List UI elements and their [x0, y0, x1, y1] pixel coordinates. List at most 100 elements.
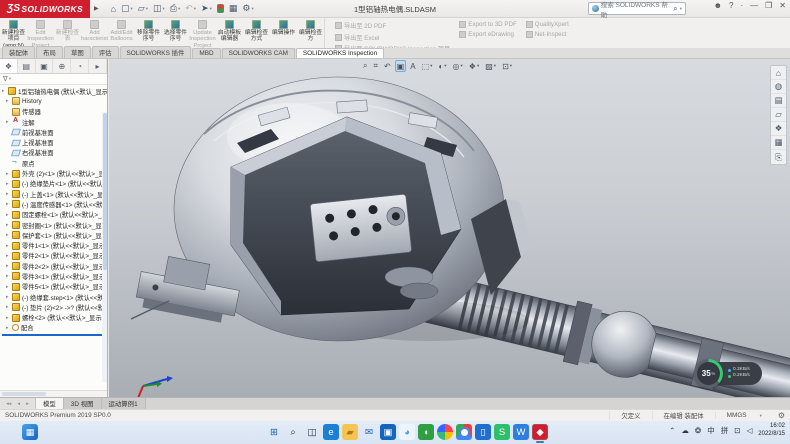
- expand-arrow-icon[interactable]: ▸: [6, 201, 10, 207]
- quick-access-button[interactable]: ⎙ ▾: [170, 3, 180, 14]
- window-control-button[interactable]: ?: [729, 1, 733, 10]
- tree-root-item[interactable]: ▸ 1型铝轴热电偶 (默认<默认_显示状态-1: [0, 86, 107, 96]
- tree-item[interactable]: ▸ (-) 绝缘套.step<1> (默认<<默认: [0, 292, 107, 302]
- panel-tab[interactable]: ▣: [36, 59, 54, 73]
- scrollbar-thumb[interactable]: [2, 392, 46, 396]
- ribbon-tab[interactable]: 装配体: [2, 46, 35, 58]
- expand-arrow-icon[interactable]: ▸: [6, 315, 10, 321]
- window-control-button[interactable]: ☻: [714, 1, 722, 10]
- taskbar-app-icon[interactable]: [456, 424, 472, 440]
- expand-arrow-icon[interactable]: ▸: [6, 171, 10, 177]
- quick-access-button[interactable]: ▱ ▾: [138, 3, 148, 14]
- ribbon-tab[interactable]: MBD: [192, 48, 220, 58]
- expand-arrow-icon[interactable]: ▸: [6, 98, 10, 104]
- taskbar-app-icon[interactable]: ◖: [418, 424, 434, 440]
- expand-arrow-icon[interactable]: ▸: [6, 253, 10, 259]
- ribbon-button[interactable]: Edit Inspection Project: [27, 18, 54, 48]
- taskbar-app-icon[interactable]: W: [513, 424, 529, 440]
- quick-access-button[interactable]: ▢ ▾: [121, 3, 133, 14]
- taskbar-app-icon[interactable]: ⊞: [266, 424, 282, 440]
- scroll-right-icon[interactable]: ▸: [26, 401, 29, 407]
- panel-tab[interactable]: ⊕: [53, 59, 71, 73]
- ribbon-button[interactable]: 选择零件序号: [162, 18, 189, 48]
- expand-arrow-icon[interactable]: ▸: [6, 191, 10, 197]
- ribbon-tab[interactable]: SOLIDWORKS Inspection: [296, 48, 384, 58]
- expand-arrow-icon[interactable]: ▸: [6, 119, 10, 125]
- view-tool-button[interactable]: ⬚ ▾: [420, 60, 435, 72]
- view-tool-button[interactable]: ⊡ ▾: [500, 60, 514, 72]
- speed-monitor-widget[interactable]: 0.3KB/s 0.2KB/s 35%: [694, 359, 762, 388]
- task-pane-tab[interactable]: ◍: [771, 80, 786, 94]
- ribbon-button[interactable]: Add Characteristic: [81, 18, 108, 48]
- expand-arrow-icon[interactable]: ▸: [6, 232, 10, 238]
- tree-item[interactable]: ▸ 原点: [0, 158, 107, 168]
- taskbar-app-icon[interactable]: ◕: [399, 424, 415, 440]
- ribbon-button[interactable]: 新建检查项目 (amp;N): [0, 18, 27, 48]
- view-tool-button[interactable]: ⌗ ▾: [371, 60, 380, 72]
- expand-arrow-icon[interactable]: ▸: [6, 263, 10, 269]
- tab-scroll-arrows[interactable]: ◂◂◂▸: [0, 398, 36, 409]
- expand-arrow-icon[interactable]: ▸: [6, 273, 10, 279]
- tree-item[interactable]: ▸ 保护套<1> (默认<<默认>_显示状: [0, 230, 107, 240]
- panel-tab[interactable]: ▸: [89, 59, 107, 73]
- panel-tab[interactable]: ▤: [18, 59, 36, 73]
- taskbar-app-icon[interactable]: ◫: [304, 424, 320, 440]
- panel-tab[interactable]: ◔: [71, 59, 89, 73]
- ribbon-tab[interactable]: 布局: [36, 46, 63, 58]
- graphics-viewport[interactable]: ⌕ ▾ ⌗ ▾ ↶ ▾ ▣ ▾ A ▾ ⬚: [109, 59, 790, 397]
- window-control-button[interactable]: ·: [740, 1, 743, 10]
- view-tool-button[interactable]: ◎ ▾: [451, 60, 465, 72]
- quick-access-button[interactable]: ⚙ ▾: [242, 3, 253, 14]
- tree-item[interactable]: ▸ History: [0, 96, 107, 106]
- tree-item[interactable]: ▸ 传感器: [0, 107, 107, 117]
- expand-arrow-icon[interactable]: ▸: [6, 212, 10, 218]
- view-tool-button[interactable]: ◐ ▾: [436, 60, 448, 72]
- search-box[interactable]: 搜索 SOLIDWORKS 帮助 ⌕ ▾: [588, 2, 686, 15]
- task-pane-tab[interactable]: ❖: [771, 122, 786, 136]
- units-dropdown-icon[interactable]: ▾: [760, 413, 762, 419]
- ribbon-button[interactable]: 启动模板编辑器: [216, 18, 243, 48]
- tray-icon[interactable]: ❂: [695, 426, 701, 435]
- view-tool-button[interactable]: ▨ ▾: [483, 60, 498, 72]
- tray-icon[interactable]: 中: [707, 425, 715, 436]
- export-menu-item[interactable]: QualityXpert: [526, 21, 569, 28]
- tree-item[interactable]: ▸ 螺栓<2> (默认<<默认>_显示状态: [0, 313, 107, 323]
- task-pane-tab[interactable]: ⎘: [771, 150, 786, 164]
- ribbon-button[interactable]: 移除零件序号: [135, 18, 162, 48]
- tree-item[interactable]: ▸ 零件3<1> (默认<<默认>_显示状: [0, 271, 107, 281]
- ribbon-button[interactable]: 编辑检查方式: [243, 18, 270, 48]
- taskbar-app-icon[interactable]: ⌕: [285, 424, 301, 440]
- expand-arrow-icon[interactable]: ▸: [6, 294, 10, 300]
- tray-icon[interactable]: ⌃: [669, 426, 675, 435]
- export-menu-item[interactable]: 导出至 Excel: [335, 33, 450, 42]
- tray-icon[interactable]: ◁: [747, 426, 753, 435]
- task-pane-tab[interactable]: ▤: [771, 94, 786, 108]
- view-tool-button[interactable]: ❖ ▾: [467, 60, 481, 72]
- taskbar-app-icon[interactable]: ▯: [475, 424, 491, 440]
- task-pane-tab[interactable]: ▦: [771, 136, 786, 150]
- taskbar-app-icon[interactable]: e: [323, 424, 339, 440]
- tree-item[interactable]: ▸ 零件2<1> (默认<<默认>_显示状: [0, 251, 107, 261]
- filter-funnel-icon[interactable]: ∇: [3, 75, 8, 83]
- taskbar-app-icon[interactable]: ▣: [380, 424, 396, 440]
- taskbar-app-icon[interactable]: ▰: [342, 424, 358, 440]
- tray-icon[interactable]: ⊡: [734, 426, 740, 435]
- taskbar-app-icon[interactable]: ◆: [532, 424, 548, 440]
- ribbon-button[interactable]: 编辑检查方: [297, 18, 324, 48]
- search-dropdown-icon[interactable]: ▾: [680, 6, 682, 12]
- tree-item[interactable]: ▸ 注解: [0, 117, 107, 127]
- taskbar-app-icon[interactable]: ✉: [361, 424, 377, 440]
- view-tool-button[interactable]: ⌕ ▾: [361, 60, 369, 72]
- ribbon-tab[interactable]: SOLIDWORKS 插件: [120, 46, 192, 58]
- view-tool-button[interactable]: ↶ ▾: [382, 60, 393, 72]
- expand-arrow-icon[interactable]: ▸: [6, 325, 10, 331]
- tree-item[interactable]: ▸ 密封圈<1> (默认<<默认>_显示状: [0, 220, 107, 230]
- export-menu-item[interactable]: 导出至 2D PDF: [335, 21, 450, 30]
- scrollbar-thumb[interactable]: [103, 113, 107, 270]
- tray-icon[interactable]: ☁: [681, 426, 689, 435]
- quick-access-button[interactable]: ▾: [217, 4, 224, 13]
- filter-dropdown-icon[interactable]: ▾: [9, 76, 11, 82]
- scroll-first-icon[interactable]: ◂◂: [6, 401, 11, 407]
- ribbon-button[interactable]: Add/Edit Balloons: [108, 18, 135, 48]
- expand-arrow-icon[interactable]: ▸: [6, 222, 10, 228]
